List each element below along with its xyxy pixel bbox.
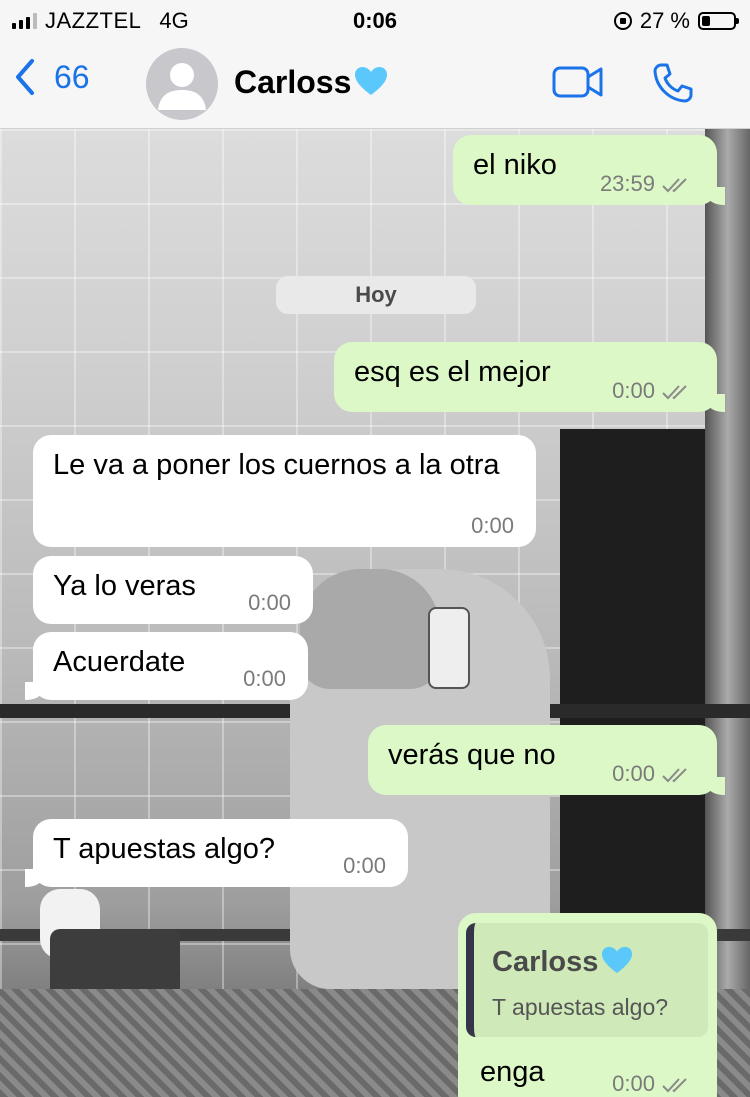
message-bubble[interactable]: T apuestas algo? 0:00 — [25, 819, 408, 887]
message-bubble[interactable]: el niko 23:59 — [453, 135, 725, 205]
quoted-text: T apuestas algo? — [492, 994, 669, 1020]
message-text: esq es el mejor — [354, 356, 551, 388]
blue-heart-icon — [355, 67, 388, 95]
status-bar: JAZZTEL 4G 0:06 27 % — [0, 0, 750, 40]
person-icon — [158, 63, 206, 110]
message-meta: 0:00 — [612, 1071, 691, 1097]
wallpaper-hood — [300, 569, 440, 689]
message-text: Le va a poner los cuernos a la otra — [53, 449, 500, 481]
chevron-left-icon — [16, 59, 34, 95]
message-bubble[interactable]: Ya lo veras 0:00 — [33, 556, 313, 624]
message-meta: 0:00 — [343, 853, 386, 879]
quoted-sender-text: Carloss — [492, 946, 599, 978]
message-time: 0:00 — [471, 513, 514, 538]
message-text: Ya lo veras — [53, 570, 196, 602]
video-call-button[interactable] — [552, 62, 604, 107]
chat-area[interactable]: el niko 23:59 Hoy esq es el mejor 0:00 L… — [0, 129, 750, 1097]
message-time: 0:00 — [612, 378, 655, 403]
message-text: verás que no — [388, 739, 556, 771]
message-bubble[interactable]: Le va a poner los cuernos a la otra 0:00 — [33, 435, 536, 547]
message-text: enga — [480, 1056, 545, 1088]
contact-name[interactable]: Carloss — [234, 64, 389, 101]
message-text: T apuestas algo? — [53, 833, 275, 865]
battery-icon — [698, 12, 739, 30]
wallpaper-phone — [428, 607, 470, 689]
message-time: 0:00 — [243, 666, 286, 691]
voice-call-button[interactable] — [652, 62, 694, 109]
status-right: 27 % — [613, 8, 739, 34]
orientation-lock-icon — [613, 12, 632, 30]
message-time: 23:59 — [599, 171, 655, 196]
message-bubble[interactable]: verás que no 0:00 — [368, 725, 725, 795]
message-meta: 23:59 — [600, 171, 691, 197]
double-check-icon — [662, 385, 687, 400]
phone-icon — [653, 63, 693, 103]
message-text: el niko — [473, 149, 557, 181]
blue-heart-icon — [602, 946, 633, 974]
message-meta: 0:00 — [471, 513, 514, 539]
quoted-sender: Carloss — [492, 945, 634, 979]
reply-message-bubble[interactable]: Carloss T apuestas algo? enga 0:00 — [458, 913, 717, 1097]
message-time: 0:00 — [343, 853, 386, 878]
message-time: 0:00 — [248, 590, 291, 615]
message-bubble[interactable]: esq es el mejor 0:00 — [334, 342, 725, 412]
message-meta: 0:00 — [248, 590, 291, 616]
avatar[interactable] — [146, 48, 218, 120]
video-camera-icon — [552, 66, 603, 98]
battery-percentage: 27 % — [639, 8, 690, 33]
double-check-icon — [662, 1078, 687, 1093]
contact-name-text: Carloss — [234, 64, 352, 100]
message-time: 0:00 — [612, 1071, 655, 1096]
message-meta: 0:00 — [612, 378, 691, 404]
chat-header: 66 Carloss — [0, 40, 750, 129]
message-text: Acuerdate — [53, 646, 186, 678]
unread-count: 66 — [54, 58, 90, 95]
quoted-message[interactable]: Carloss T apuestas algo? — [466, 923, 708, 1037]
message-meta: 0:00 — [243, 666, 286, 692]
back-button[interactable]: 66 — [14, 58, 90, 96]
message-time: 0:00 — [612, 761, 655, 786]
double-check-icon — [662, 768, 687, 783]
message-bubble[interactable]: Acuerdate 0:00 — [25, 632, 308, 700]
date-separator: Hoy — [276, 276, 476, 314]
double-check-icon — [662, 178, 687, 193]
message-meta: 0:00 — [612, 761, 691, 787]
